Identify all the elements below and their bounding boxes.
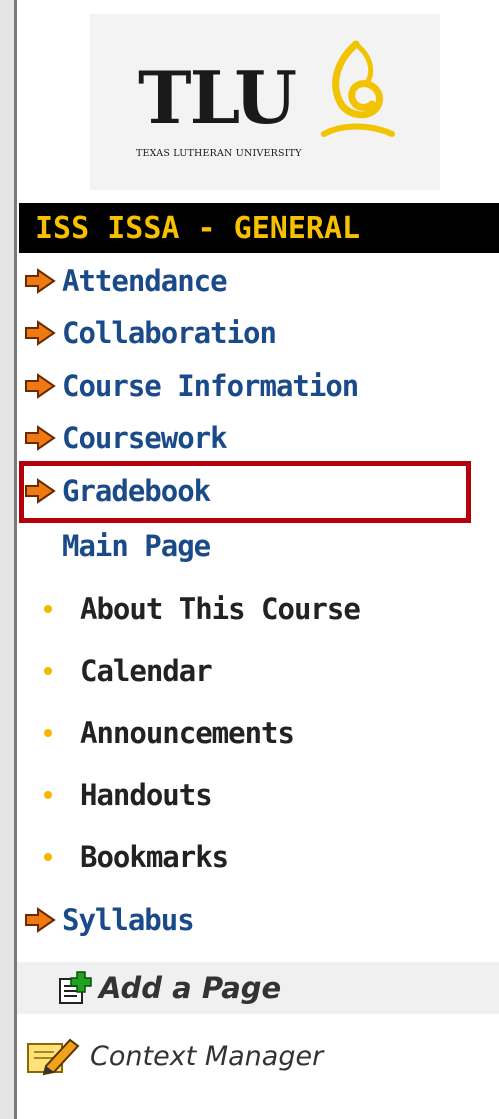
sub-item-label: Calendar xyxy=(80,654,213,688)
sub-item-label: Announcements xyxy=(80,716,295,750)
university-logo: TLU TEXAS LUTHERAN UNIVERSITY xyxy=(90,14,440,190)
highlight-box xyxy=(19,461,471,523)
yellow-dot-icon xyxy=(44,605,52,613)
nav-item-label: Coursework xyxy=(62,421,228,455)
add-page-button[interactable]: Add a Page xyxy=(17,962,499,1014)
logo-subtitle: TEXAS LUTHERAN UNIVERSITY xyxy=(136,148,302,159)
sub-item-about-this-course[interactable]: About This Course xyxy=(44,587,361,631)
course-title: ISS ISSA - GENERAL xyxy=(35,211,361,246)
sub-item-announcements[interactable]: Announcements xyxy=(44,711,295,755)
logo-letters: TLU xyxy=(138,55,297,140)
logo-flame-icon xyxy=(321,40,395,137)
nav-item-syllabus[interactable]: Syllabus xyxy=(24,898,195,942)
nav-item-label: Main Page xyxy=(62,529,211,563)
context-manager-label: Context Manager xyxy=(90,1040,324,1072)
sub-item-label: About This Course xyxy=(80,592,361,626)
add-page-label: Add a Page xyxy=(99,971,282,1005)
nav-item-coursework[interactable]: Coursework xyxy=(24,416,228,460)
orange-arrow-icon xyxy=(25,320,56,346)
nav-item-main-page[interactable]: Main Page xyxy=(62,524,211,568)
orange-arrow-icon xyxy=(25,907,56,933)
sub-item-calendar[interactable]: Calendar xyxy=(44,649,213,693)
context-manager-link[interactable]: Context Manager xyxy=(24,1032,323,1080)
yellow-dot-icon xyxy=(44,791,52,799)
nav-item-label: Attendance xyxy=(62,264,228,298)
course-header: ISS ISSA - GENERAL xyxy=(19,203,499,253)
sub-item-label: Bookmarks xyxy=(80,840,229,874)
nav-item-label: Course Information xyxy=(62,369,359,403)
nav-item-collaboration[interactable]: Collaboration xyxy=(24,311,277,355)
nav-item-attendance[interactable]: Attendance xyxy=(24,259,228,303)
nav-item-label: Collaboration xyxy=(62,316,277,350)
sub-item-label: Handouts xyxy=(80,778,213,812)
orange-arrow-icon xyxy=(25,268,56,294)
orange-arrow-icon xyxy=(25,425,56,451)
yellow-dot-icon xyxy=(44,729,52,737)
edit-pencil-icon xyxy=(27,1038,80,1076)
nav-item-course-information[interactable]: Course Information xyxy=(24,364,359,408)
add-page-icon xyxy=(59,971,92,1004)
sub-item-handouts[interactable]: Handouts xyxy=(44,773,213,817)
yellow-dot-icon xyxy=(44,667,52,675)
yellow-dot-icon xyxy=(44,853,52,861)
nav-item-label: Syllabus xyxy=(62,903,195,937)
orange-arrow-icon xyxy=(25,373,56,399)
sub-item-bookmarks[interactable]: Bookmarks xyxy=(44,835,229,879)
